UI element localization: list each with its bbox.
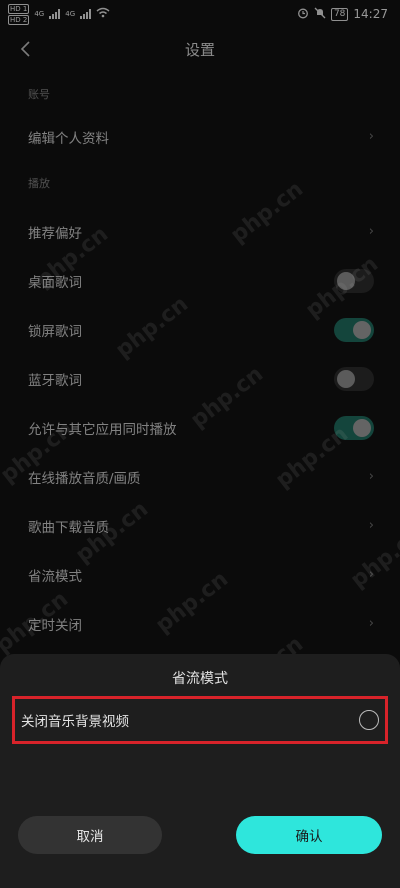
section-header-playback: 播放	[28, 177, 50, 190]
section-header-account: 账号	[28, 88, 50, 101]
settings-item-sleep-timer[interactable]: 定时关闭 ›	[0, 599, 400, 648]
sheet-title: 省流模式	[172, 671, 228, 687]
chevron-right-icon: ›	[368, 129, 374, 144]
bluetooth-lyrics-toggle[interactable]	[334, 366, 374, 391]
alarm-icon	[297, 7, 309, 22]
radio-button[interactable]	[359, 710, 379, 730]
chevron-left-icon	[20, 41, 30, 57]
settings-item-label: 允许与其它应用同时播放	[28, 421, 177, 438]
settings-item-data-saver[interactable]: 省流模式 ›	[0, 550, 400, 599]
settings-item-desktop-lyrics: 桌面歌词	[0, 256, 400, 305]
settings-item-label: 蓝牙歌词	[28, 372, 82, 389]
title-bar: 设置	[0, 28, 400, 70]
settings-item-lockscreen-lyrics: 锁屏歌词	[0, 305, 400, 354]
desktop-lyrics-toggle[interactable]	[334, 268, 374, 293]
settings-item-label: 歌曲下载音质	[28, 519, 109, 536]
chevron-right-icon: ›	[368, 616, 374, 631]
signal-icon	[49, 9, 61, 19]
option-disable-background-video[interactable]: 关闭音乐背景视频	[12, 696, 388, 744]
lockscreen-lyrics-toggle[interactable]	[334, 317, 374, 342]
battery-icon: 78	[330, 7, 349, 21]
settings-item-download-quality[interactable]: 歌曲下载音质 ›	[0, 501, 400, 550]
settings-list: 账号 编辑个人资料 › 播放 推荐偏好 › 桌面歌词 锁屏歌词 蓝牙歌词 允许与…	[0, 70, 400, 648]
settings-item-label: 在线播放音质/画质	[28, 470, 141, 487]
confirm-button[interactable]: 确认	[236, 816, 382, 854]
settings-item-allow-simultaneous: 允许与其它应用同时播放	[0, 403, 400, 452]
network-type-2: 4G	[65, 10, 76, 18]
data-saver-sheet: 省流模式 关闭音乐背景视频 取消 确认	[0, 654, 400, 888]
settings-item-label: 编辑个人资料	[28, 130, 109, 147]
chevron-right-icon: ›	[368, 567, 374, 582]
hd2-badge: HD 2	[8, 14, 30, 25]
chevron-right-icon: ›	[368, 469, 374, 484]
hd1-badge: HD 1	[8, 3, 30, 14]
settings-item-label: 定时关闭	[28, 617, 82, 634]
wifi-icon	[96, 7, 110, 21]
settings-item-label: 省流模式	[28, 568, 82, 585]
settings-item-online-quality[interactable]: 在线播放音质/画质 ›	[0, 452, 400, 501]
mute-icon	[314, 7, 326, 22]
hd-badges: HD 1 HD 2	[8, 3, 30, 25]
back-button[interactable]	[10, 34, 40, 64]
status-right: 78 14:27	[297, 7, 388, 22]
status-time: 14:27	[353, 7, 388, 21]
page-title: 设置	[184, 40, 215, 59]
settings-item-label: 推荐偏好	[28, 225, 82, 242]
settings-item-edit-profile[interactable]: 编辑个人资料 ›	[0, 112, 400, 161]
status-bar: HD 1 HD 2 4G 4G 78 14:27	[0, 0, 400, 28]
settings-item-recommend-prefs[interactable]: 推荐偏好 ›	[0, 207, 400, 256]
settings-item-label: 锁屏歌词	[28, 323, 82, 340]
network-type: 4G	[34, 10, 45, 18]
settings-item-bluetooth-lyrics: 蓝牙歌词	[0, 354, 400, 403]
signal-icon-2	[80, 9, 92, 19]
cancel-button[interactable]: 取消	[18, 816, 162, 854]
option-label: 关闭音乐背景视频	[21, 714, 129, 730]
status-left: HD 1 HD 2 4G 4G	[8, 3, 110, 25]
settings-item-label: 桌面歌词	[28, 274, 82, 291]
chevron-right-icon: ›	[368, 518, 374, 533]
allow-simultaneous-toggle[interactable]	[334, 415, 374, 440]
chevron-right-icon: ›	[368, 224, 374, 239]
